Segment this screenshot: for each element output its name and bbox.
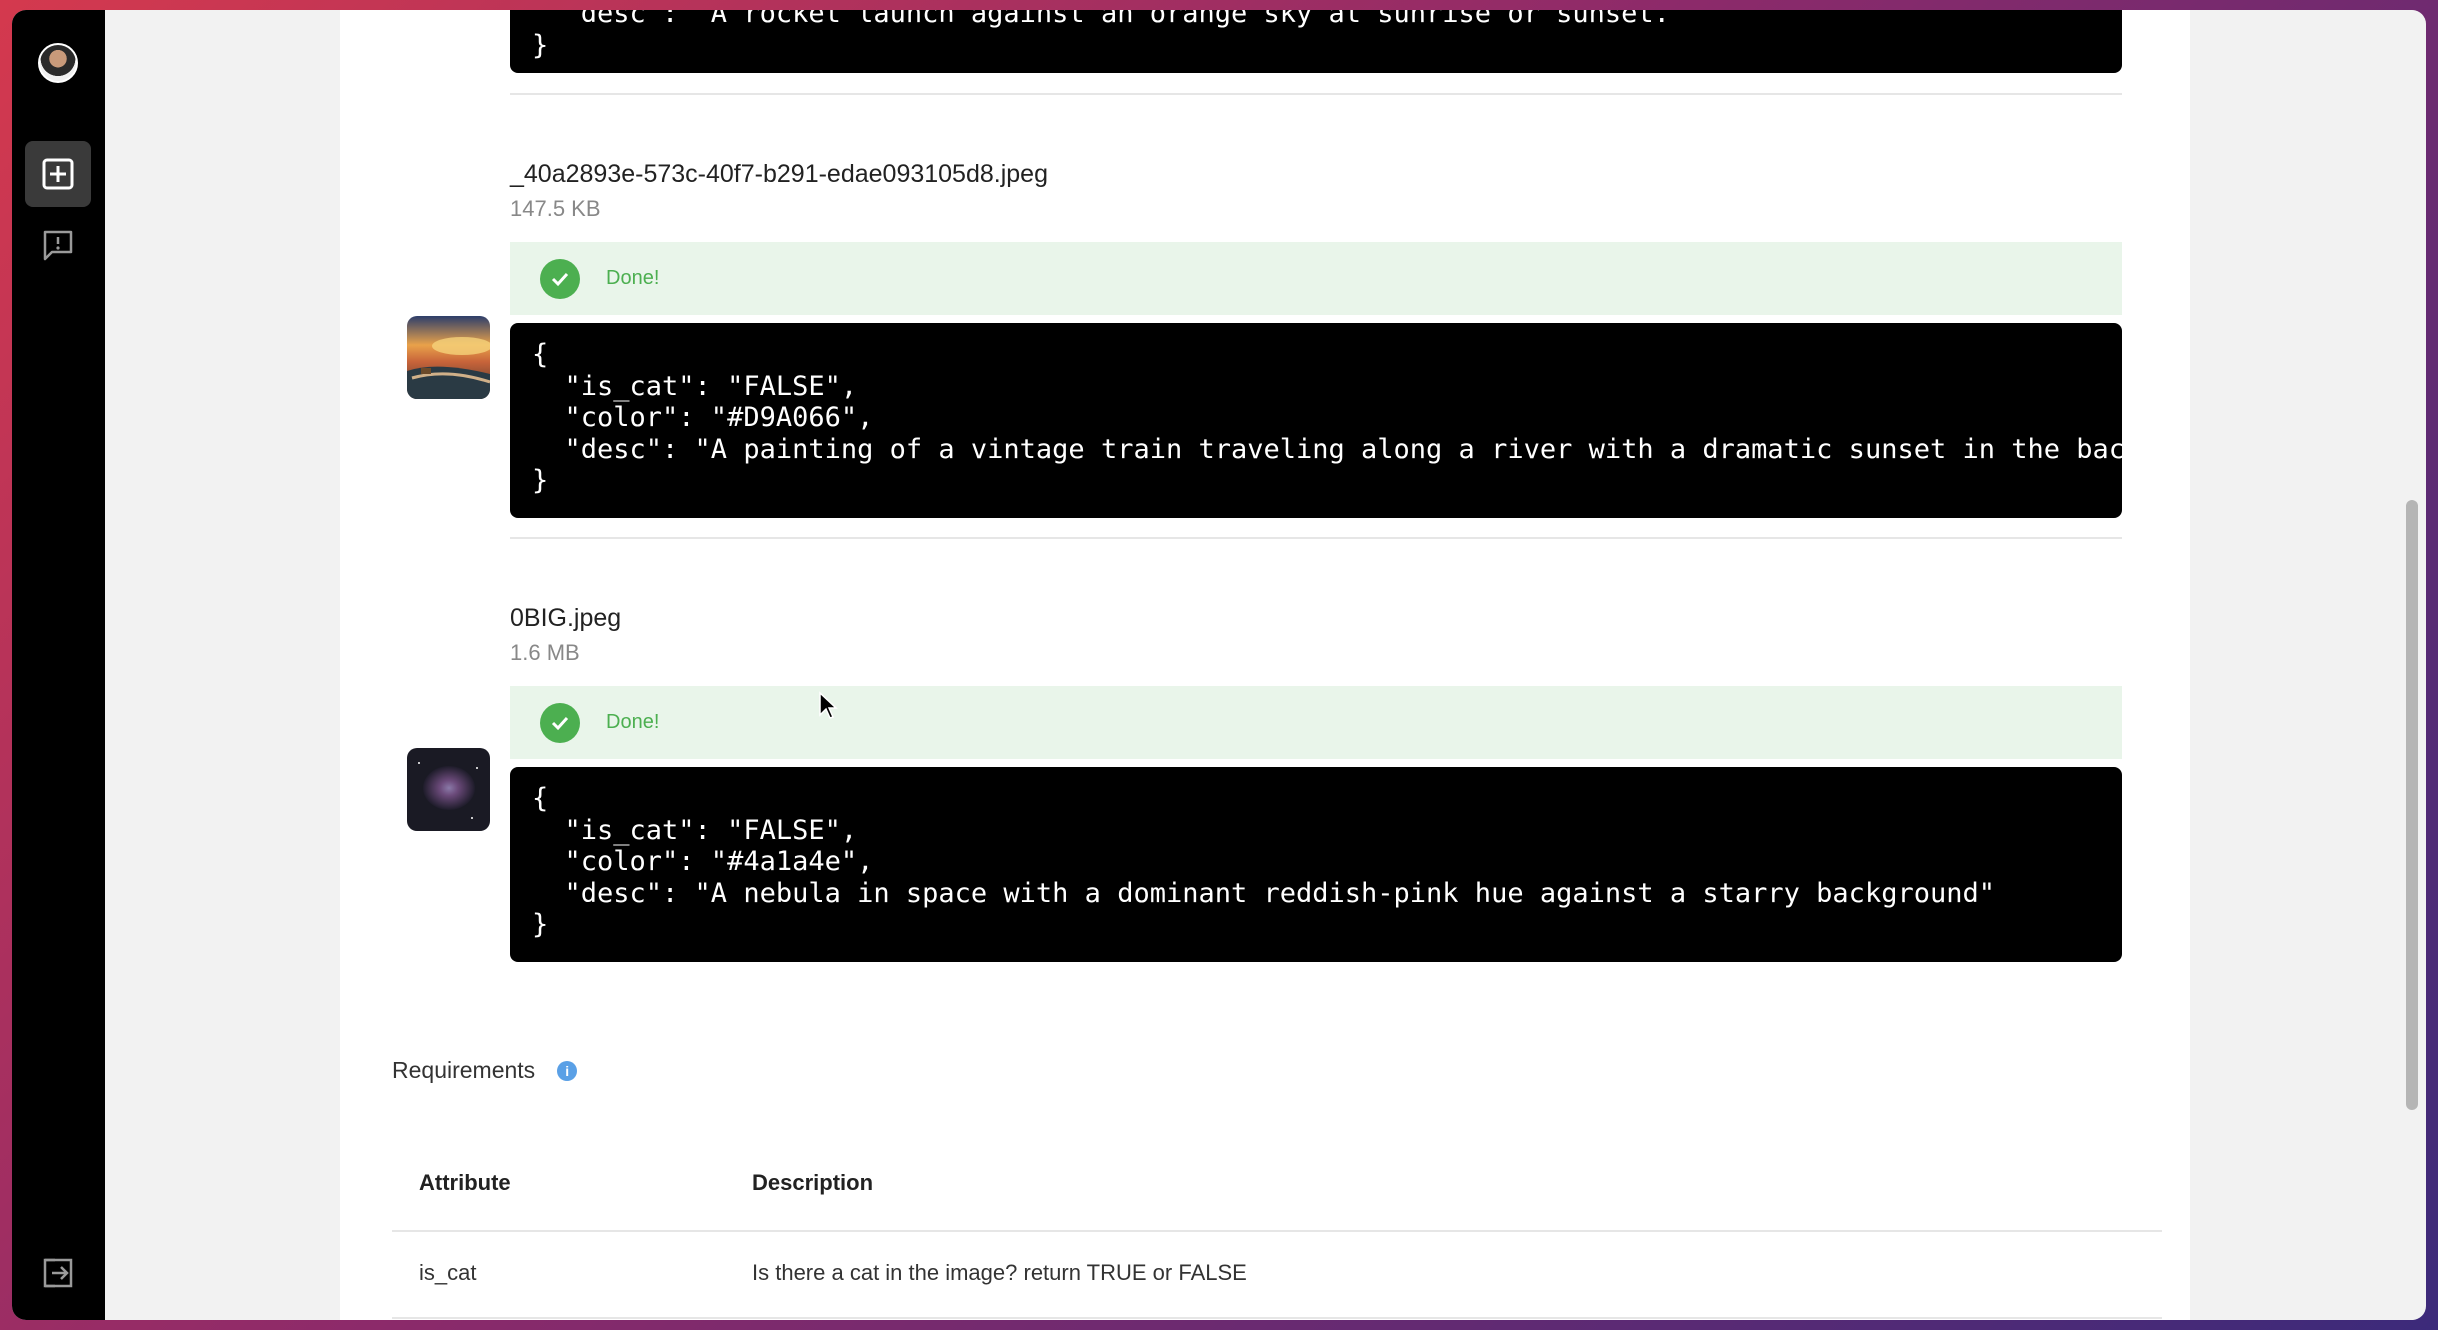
image-thumbnail[interactable]	[407, 316, 490, 399]
app-window: "desc": "A rocket launch against an oran…	[12, 10, 2426, 1320]
sidebar	[12, 10, 105, 1320]
logout-button[interactable]	[25, 1240, 91, 1306]
logout-icon	[43, 1258, 73, 1288]
json-line: "desc": "A nebula in space with a domina…	[532, 877, 1995, 909]
entry-divider	[510, 537, 2122, 539]
json-line: }	[532, 465, 549, 496]
column-header-attribute: Attribute	[419, 1170, 511, 1195]
entry-divider	[510, 93, 2122, 95]
check-circle-icon	[540, 702, 580, 743]
json-line: "desc": "A rocket launch against an oran…	[532, 10, 1687, 29]
json-line: "desc": "A painting of a vintage train t…	[532, 433, 2123, 465]
requirements-title: Requirements	[392, 1057, 536, 1083]
add-square-icon	[42, 158, 74, 190]
json-line: }	[532, 29, 549, 61]
file-name: _40a2893e-573c-40f7-b291-edae093105d8.jp…	[510, 160, 1048, 188]
json-line: "is_cat": "FALSE",	[532, 814, 858, 846]
json-line: {	[532, 783, 549, 814]
status-banner: Done!	[510, 686, 2122, 759]
status-text: Done!	[606, 711, 660, 733]
attribute-cell: is_cat	[419, 1260, 477, 1285]
image-thumbnail[interactable]	[407, 748, 490, 831]
json-line: "color": "#D9A066",	[532, 402, 874, 433]
scrollbar-thumb[interactable]	[2406, 500, 2418, 1110]
json-output: { "is_cat": "FALSE", "color": "#4a1a4e",…	[510, 767, 2122, 962]
json-line: }	[532, 909, 549, 940]
requirements-heading: Requirements i	[392, 1057, 578, 1084]
feedback-icon	[43, 230, 73, 261]
feedback-button[interactable]	[25, 212, 91, 278]
info-icon[interactable]: i	[557, 1060, 578, 1081]
status-banner: Done!	[510, 242, 2122, 315]
description-cell: Is there a cat in the image? return TRUE…	[752, 1260, 1247, 1285]
status-text: Done!	[606, 267, 660, 289]
table-divider	[392, 1317, 2162, 1319]
results-panel: "desc": "A rocket launch against an oran…	[340, 10, 2190, 1320]
json-line: {	[532, 339, 549, 370]
file-size: 1.6 MB	[510, 640, 580, 665]
json-line: "is_cat": "FALSE",	[532, 370, 858, 402]
column-header-description: Description	[752, 1170, 874, 1195]
user-avatar[interactable]	[38, 43, 78, 83]
json-output-previous: "desc": "A rocket launch against an oran…	[510, 10, 2122, 73]
check-circle-icon	[540, 258, 580, 299]
json-line: "color": "#4a1a4e",	[532, 846, 874, 877]
mouse-cursor-icon	[819, 691, 838, 719]
json-output: { "is_cat": "FALSE", "color": "#D9A066",…	[510, 323, 2122, 518]
file-name: 0BIG.jpeg	[510, 604, 622, 632]
new-job-button[interactable]	[25, 141, 91, 207]
table-divider	[392, 1230, 2162, 1232]
file-size: 147.5 KB	[510, 196, 601, 221]
